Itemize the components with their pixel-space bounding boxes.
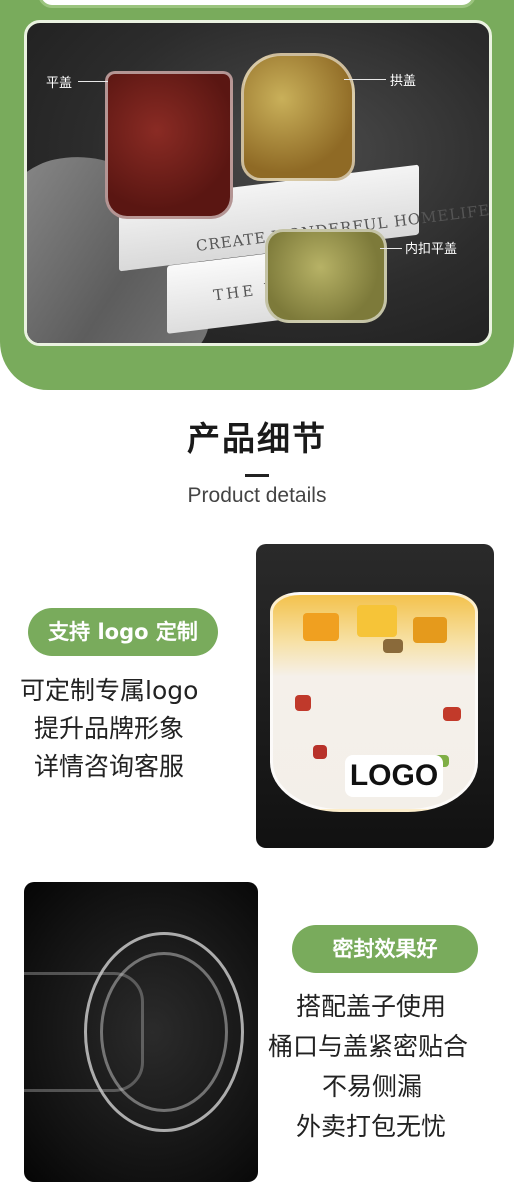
callout-line — [78, 81, 108, 82]
logo-tag: LOGO — [345, 755, 443, 797]
top-strip — [38, 0, 476, 8]
feature-text: 提升品牌形象 — [34, 714, 185, 743]
lid-stack — [24, 972, 144, 1092]
badge-logo-custom: 支持 logo 定制 — [28, 608, 218, 656]
feature-text: 不易侧漏 — [322, 1072, 423, 1101]
photo-clear-lid — [24, 882, 258, 1182]
feature-text: 可定制专属logo — [20, 676, 199, 705]
cup-jujubes — [241, 53, 355, 181]
label-flat-lid: 平盖 — [46, 76, 73, 91]
feature-text: 搭配盖子使用 — [296, 992, 447, 1021]
label-dome-lid: 拱盖 — [390, 74, 417, 89]
callout-line — [380, 248, 402, 249]
callout-line — [344, 79, 386, 80]
label-inner-flat-lid: 内扣平盖 — [405, 242, 458, 257]
cup-pumpkin-seeds — [265, 229, 387, 323]
feature-text: 桶口与盖紧密贴合 — [268, 1032, 469, 1061]
product-photo-containers: CREATE WONDERFUL HOMELIFE THE KIN — [24, 20, 492, 346]
title-divider — [245, 474, 269, 477]
cup-red-beans — [105, 71, 233, 219]
section-title: 产品细节 — [187, 419, 327, 458]
yogurt-cup-image: LOGO — [270, 592, 478, 812]
badge-seal: 密封效果好 — [292, 925, 478, 973]
section-subtitle: Product details — [187, 484, 327, 507]
feature-text: 外卖打包无忧 — [296, 1112, 447, 1141]
feature-text: 详情咨询客服 — [34, 752, 185, 781]
photo-yogurt-cup: LOGO — [256, 544, 494, 848]
